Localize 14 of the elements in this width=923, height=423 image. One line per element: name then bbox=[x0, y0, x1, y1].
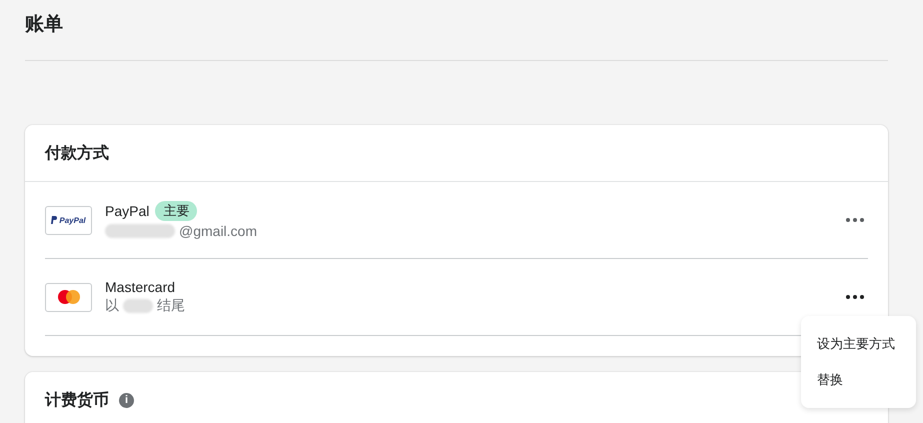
method-name: PayPal bbox=[105, 203, 150, 219]
paypal-logo: PayPal bbox=[45, 206, 92, 234]
info-icon[interactable]: i bbox=[119, 392, 134, 408]
page-title: 账单 bbox=[25, 13, 64, 37]
method-detail: 以 bbox=[105, 297, 119, 315]
section-title: 付款方式 bbox=[45, 143, 109, 164]
method-name: Mastercard bbox=[105, 279, 176, 295]
method-detail: @gmail.com bbox=[179, 223, 258, 239]
method-detail: 结尾 bbox=[157, 297, 185, 315]
section-title: 计费货币 bbox=[45, 390, 109, 410]
menu-item[interactable]: 替换 bbox=[801, 362, 916, 398]
menu-item[interactable]: 设为主要方式 bbox=[801, 326, 916, 362]
circles-icon bbox=[56, 289, 82, 305]
primary-badge: 主要 bbox=[155, 201, 198, 221]
